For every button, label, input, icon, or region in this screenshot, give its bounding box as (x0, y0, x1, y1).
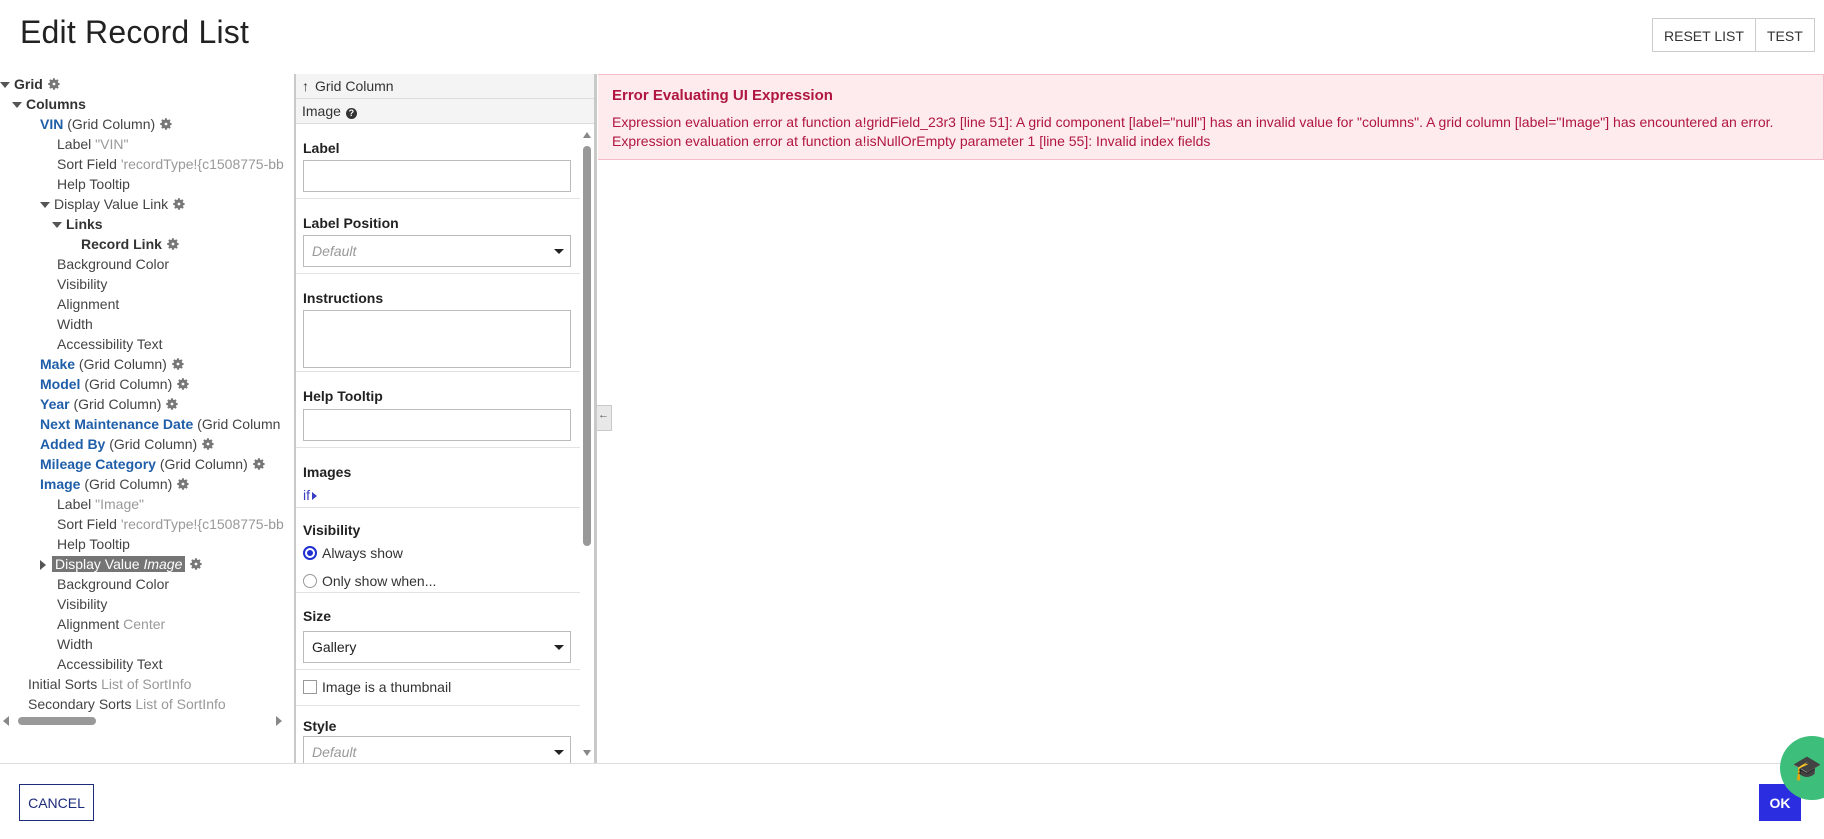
tree-item-img-label[interactable]: Label "Image" (57, 494, 144, 514)
tree-item-image[interactable]: Image (Grid Column) (40, 474, 190, 494)
selected-node[interactable]: Display Value Image (52, 556, 186, 572)
error-title: Error Evaluating UI Expression (612, 87, 833, 104)
help-tooltip-field: Help Tooltip (296, 372, 580, 448)
tree-item-record-link[interactable]: Record Link (81, 234, 180, 254)
gear-icon[interactable] (201, 437, 215, 451)
caret-right-icon (312, 492, 317, 500)
tree-item-display-value[interactable]: Display Value Image (40, 554, 203, 574)
collapse-left-icon[interactable] (596, 405, 612, 431)
label-field: Label (296, 124, 580, 199)
tree-item-vin-label[interactable]: Label "VIN" (57, 134, 128, 154)
header: Edit Record List RESET LIST TEST (0, 0, 1824, 74)
images-field: Images if (296, 448, 580, 508)
chevron-down-icon[interactable] (40, 202, 50, 209)
help-icon[interactable]: ? (345, 108, 357, 119)
graduation-cap-icon: 🎓 (1792, 755, 1822, 782)
component-name: Image? (296, 99, 594, 124)
tree-item-initial-sorts[interactable]: Initial Sorts List of SortInfo (28, 674, 191, 694)
test-button[interactable]: TEST (1755, 18, 1815, 52)
tree-item-next-maintenance[interactable]: Next Maintenance Date (Grid Column (40, 414, 280, 434)
chevron-down-icon (554, 249, 564, 254)
thumbnail-checkbox[interactable]: Image is a thumbnail (303, 679, 451, 695)
radio-only-show-when[interactable]: Only show when... (303, 573, 436, 589)
tree-item-vin-width[interactable]: Width (57, 314, 93, 334)
size-select[interactable]: Gallery (303, 631, 571, 663)
images-expression-link[interactable]: if (303, 487, 317, 503)
reset-list-button[interactable]: RESET LIST (1652, 18, 1756, 52)
config-panel: ↑ Grid Column Image? Label Label Position… (296, 74, 597, 764)
gear-icon[interactable] (176, 377, 190, 391)
tree-item-vin[interactable]: VIN (Grid Column) (40, 114, 173, 134)
radio-always-show[interactable]: Always show (303, 545, 403, 561)
tree-item-img-visibility[interactable]: Visibility (57, 594, 107, 614)
label-position-field: Label Position Default (296, 199, 580, 274)
breadcrumb[interactable]: ↑ Grid Column (296, 74, 594, 99)
arrow-up-icon[interactable]: ↑ (302, 78, 309, 94)
gear-icon[interactable] (172, 197, 186, 211)
tree-item-img-width[interactable]: Width (57, 634, 93, 654)
tree-item-img-help[interactable]: Help Tooltip (57, 534, 130, 554)
instructions-textarea[interactable] (303, 310, 571, 368)
tree-horizontal-scrollbar[interactable] (0, 713, 294, 727)
config-vertical-scrollbar[interactable] (580, 124, 594, 764)
tree-item-display-value-link[interactable]: Display Value Link (40, 194, 186, 214)
tree-item-year[interactable]: Year (Grid Column) (40, 394, 179, 414)
error-message: Expression evaluation error at function … (612, 114, 1774, 149)
gear-icon[interactable] (166, 237, 180, 251)
tree-item-model[interactable]: Model (Grid Column) (40, 374, 190, 394)
tree-item-secondary-sorts[interactable]: Secondary Sorts List of SortInfo (28, 694, 226, 714)
gear-icon[interactable] (176, 477, 190, 491)
caret-right-icon[interactable] (40, 560, 46, 571)
instructions-field: Instructions (296, 274, 580, 372)
gear-icon[interactable] (252, 457, 266, 471)
tree-item-img-alignment[interactable]: Alignment Center (57, 614, 165, 634)
style-field: Style Default (296, 706, 580, 764)
tree-item-vin-bg[interactable]: Background Color (57, 254, 169, 274)
tree-item-mileage[interactable]: Mileage Category (Grid Column) (40, 454, 266, 474)
tree-item-added-by[interactable]: Added By (Grid Column) (40, 434, 215, 454)
scroll-up-icon[interactable] (583, 132, 591, 138)
chevron-down-icon[interactable] (12, 102, 22, 109)
tree-item-vin-help[interactable]: Help Tooltip (57, 174, 130, 194)
chevron-down-icon (554, 645, 564, 650)
size-field: Size Gallery (296, 593, 580, 670)
scroll-right-icon[interactable] (276, 716, 282, 726)
tree-item-links[interactable]: Links (52, 214, 103, 234)
chevron-down-icon (554, 750, 564, 755)
label-position-select[interactable]: Default (303, 235, 571, 267)
tree-item-img-bg[interactable]: Background Color (57, 574, 169, 594)
gear-icon[interactable] (159, 117, 173, 131)
chevron-down-icon[interactable] (52, 222, 62, 229)
gear-icon[interactable] (165, 397, 179, 411)
cancel-button[interactable]: CANCEL (19, 784, 94, 821)
gear-icon[interactable] (171, 357, 185, 371)
tree-item-vin-visibility[interactable]: Visibility (57, 274, 107, 294)
tree-item-grid[interactable]: Grid (0, 74, 61, 94)
label-input[interactable] (303, 160, 571, 192)
scroll-thumb[interactable] (18, 717, 96, 725)
gear-icon[interactable] (47, 77, 61, 91)
thumbnail-field: Image is a thumbnail (296, 670, 580, 706)
tree-item-columns[interactable]: Columns (12, 94, 86, 114)
tree-item-img-access[interactable]: Accessibility Text (57, 654, 163, 674)
tree-item-img-sort[interactable]: Sort Field 'recordType!{c1508775-bb (57, 514, 284, 534)
scroll-left-icon[interactable] (3, 716, 9, 726)
tree-item-make[interactable]: Make (Grid Column) (40, 354, 185, 374)
error-banner: Error Evaluating UI Expression Expressio… (598, 74, 1824, 160)
scroll-thumb[interactable] (583, 146, 591, 546)
footer: CANCEL OK (0, 763, 1824, 839)
tree-item-vin-sort[interactable]: Sort Field 'recordType!{c1508775-bb (57, 154, 284, 174)
page-title: Edit Record List (20, 14, 250, 50)
gear-icon[interactable] (189, 557, 203, 571)
component-tree: Grid Columns VIN (Grid Column) Label "VI… (0, 74, 296, 764)
style-select[interactable]: Default (303, 736, 571, 764)
tree-item-vin-alignment[interactable]: Alignment (57, 294, 119, 314)
chevron-down-icon[interactable] (0, 82, 10, 89)
scroll-down-icon[interactable] (583, 750, 591, 756)
visibility-field: Visibility Always show Only show when... (296, 508, 580, 593)
tree-item-vin-access[interactable]: Accessibility Text (57, 334, 163, 354)
help-tooltip-input[interactable] (303, 409, 571, 441)
